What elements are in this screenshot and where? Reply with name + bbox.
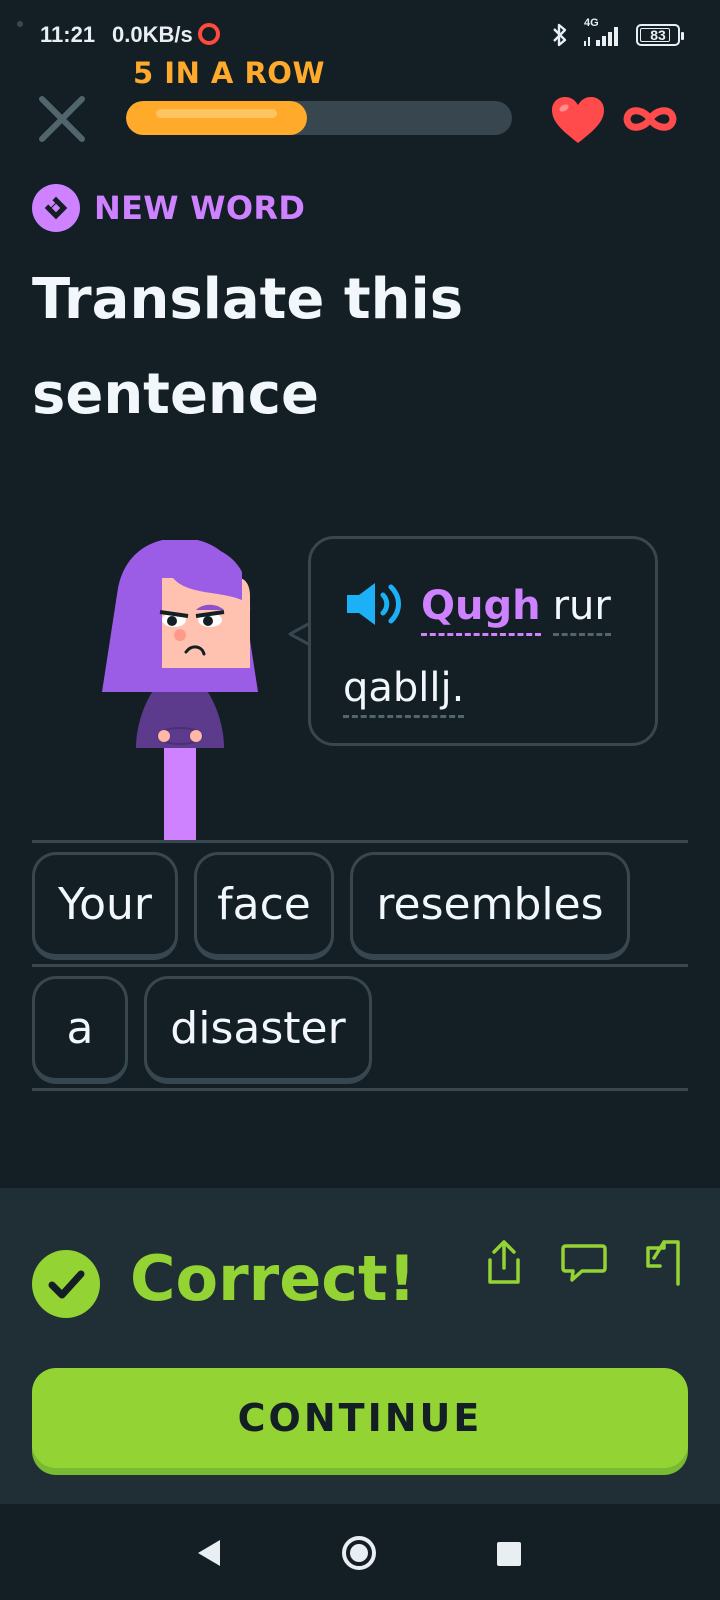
comment-icon[interactable] xyxy=(560,1238,608,1286)
prompt-sentence: Qugh rur qabllj. xyxy=(343,565,643,729)
navigation-bar xyxy=(0,1504,720,1600)
page-title: Translate this sentence xyxy=(32,267,464,427)
streak-label: 5 IN A ROW xyxy=(133,56,325,90)
status-time: 11:21 xyxy=(40,22,96,47)
answer-line xyxy=(32,1088,688,1091)
network-speed: 0.0KB/s xyxy=(112,22,193,47)
word-tile[interactable]: disaster xyxy=(144,976,372,1084)
bluetooth-icon xyxy=(553,23,567,47)
speaker-icon[interactable] xyxy=(343,579,409,629)
battery-level: 83 xyxy=(650,27,666,43)
signal-indicator: 4G xyxy=(582,17,624,49)
answer-line xyxy=(32,840,688,843)
word-tile[interactable]: Your xyxy=(32,852,178,960)
infinity-icon xyxy=(623,107,677,131)
recent-apps-icon[interactable] xyxy=(497,1542,521,1566)
speech-bubble: Qugh rur qabllj. xyxy=(308,536,658,746)
back-icon[interactable] xyxy=(196,1538,222,1568)
word-tile[interactable]: face xyxy=(194,852,334,960)
result-status: Correct! xyxy=(130,1242,416,1315)
share-icon[interactable] xyxy=(484,1238,524,1286)
signal-icon xyxy=(584,27,618,46)
recording-icon xyxy=(198,23,220,45)
check-badge xyxy=(32,1250,100,1318)
dumbbell-icon xyxy=(44,196,68,220)
flag-icon[interactable] xyxy=(642,1236,686,1288)
lily-character-illustration xyxy=(102,540,258,840)
new-word-text: NEW WORD xyxy=(94,189,306,227)
sentence-word[interactable]: qabllj. xyxy=(343,663,465,718)
new-word-label: NEW WORD xyxy=(32,184,305,232)
status-bar: 11:21 0.0KB/s 4G 83 xyxy=(0,0,720,64)
progress-highlight xyxy=(156,109,277,118)
close-icon[interactable] xyxy=(36,93,88,145)
word-tile[interactable]: resembles xyxy=(350,852,630,960)
new-word-badge xyxy=(32,184,80,232)
heart-icon xyxy=(552,97,604,143)
notification-dot xyxy=(17,21,23,27)
feedback-panel: Correct! CONTINUE xyxy=(0,1188,720,1504)
status-indicators: 4G 83 xyxy=(550,17,684,50)
answer-line xyxy=(32,964,688,967)
continue-button[interactable]: CONTINUE xyxy=(32,1368,688,1468)
check-icon xyxy=(48,1270,85,1299)
sentence-word[interactable]: rur xyxy=(552,581,611,636)
home-icon[interactable] xyxy=(342,1536,376,1570)
progress-fill xyxy=(126,101,307,135)
lesson-progress-bar xyxy=(126,101,512,135)
battery-indicator: 83 xyxy=(636,24,684,46)
word-tile[interactable]: a xyxy=(32,976,128,1084)
sentence-word-new[interactable]: Qugh xyxy=(421,581,541,636)
